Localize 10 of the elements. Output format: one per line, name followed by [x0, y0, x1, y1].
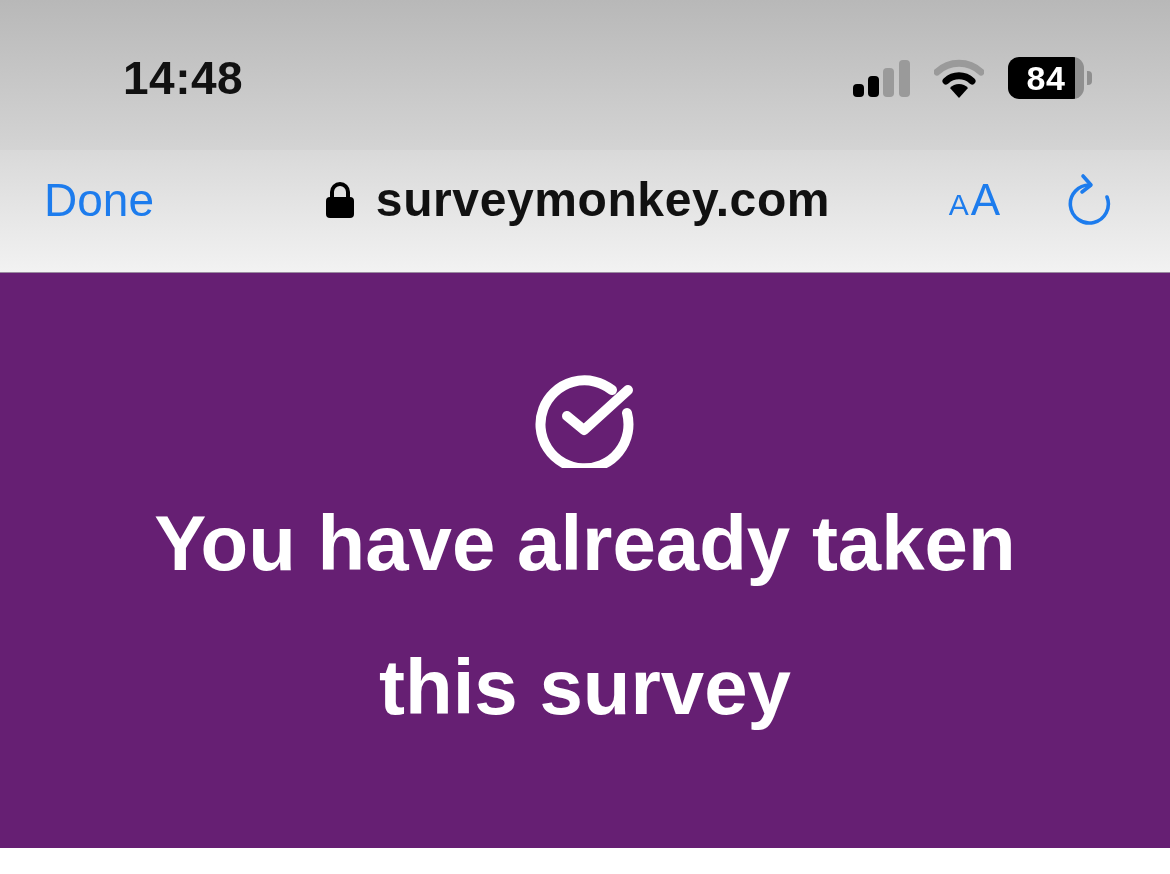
done-button[interactable]: Done [44, 177, 154, 223]
lock-icon [325, 182, 354, 218]
banner-heading: You have already taken this survey [153, 498, 1017, 733]
signal-icon [853, 59, 910, 97]
wifi-icon [934, 58, 984, 98]
text-size-button[interactable]: AA [948, 178, 1000, 222]
reload-button[interactable] [1066, 173, 1112, 227]
status-time: 14:48 [123, 55, 244, 101]
address-text: surveymonkey.com [375, 176, 831, 224]
battery-indicator: 84 [1008, 57, 1092, 99]
